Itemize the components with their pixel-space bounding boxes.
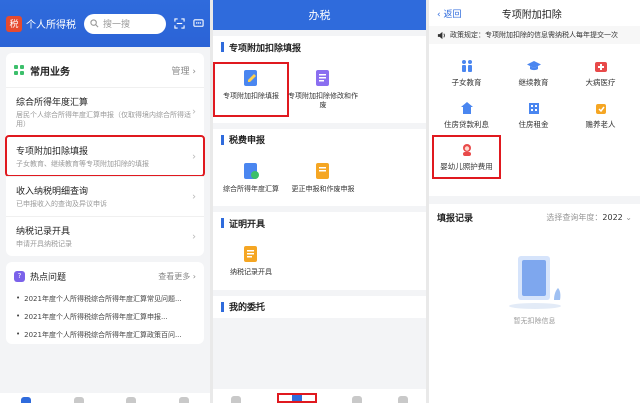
correction-icon: [316, 162, 329, 179]
deduction-header: ‹ 返回 专项附加扣除: [429, 0, 640, 26]
group-title: 我的委托: [213, 296, 426, 318]
search-placeholder: 搜一搜: [103, 20, 131, 30]
group-title: 税费申报: [213, 129, 426, 151]
building-icon: [528, 102, 539, 114]
common-services-card: 常用业务 管理 › 综合所得年度汇算 居民个人综合所得年度汇算申报（仅取得境内综…: [5, 53, 205, 257]
group-title: 专项附加扣除填报: [213, 36, 426, 58]
tax-service-screen: 办税 专项附加扣除填报 专项附加扣除填报 专项附加扣除修改和作废 税费申报 综合…: [213, 0, 426, 403]
common-services-title: 常用业务: [30, 66, 70, 78]
back-button[interactable]: ‹ 返回: [437, 7, 461, 20]
news-item[interactable]: • 2021年度个人所得税综合所得年度汇算申报...: [6, 308, 204, 326]
empty-document-illustration: [508, 256, 561, 309]
graduation-cap-icon: [526, 60, 541, 70]
question-icon: ?: [14, 270, 25, 282]
service-title: 办税: [308, 9, 331, 22]
service-item-annual-settlement[interactable]: 综合所得年度汇算 居民个人综合所得年度汇算申报（仅取得境内综合所得适用） ›: [6, 87, 204, 136]
service-item-subtitle: 居民个人综合所得年度汇算申报（仅取得境内综合所得适用）: [16, 111, 191, 129]
service-item-subtitle: 申请开具纳税记录: [16, 240, 72, 249]
screenshot-composite: 税 个人所得税 搜一搜 常用业务 管理 › 综合所得年度汇算 居民个人综合所得年…: [0, 0, 640, 403]
group-tax-declaration: 税费申报 综合所得年度汇算 更正申报和作废申报: [213, 128, 426, 207]
service-item-subtitle: 子女教育、继续教育等专项附加扣除的填报: [16, 160, 149, 169]
service-item-tax-record[interactable]: 纳税记录开具 申请开具纳税记录 ›: [6, 216, 204, 256]
message-icon[interactable]: [193, 18, 204, 29]
group-title: 证明开具: [213, 212, 426, 234]
category-child-education[interactable]: 子女教育: [433, 52, 500, 94]
tab-home-icon[interactable]: [21, 397, 32, 403]
tile-correction-declaration[interactable]: 更正申报和作废申报: [287, 157, 359, 198]
group-special-deduction: 专项附加扣除填报 专项附加扣除填报 专项附加扣除修改和作废: [213, 36, 426, 123]
tab-query-icon[interactable]: [352, 396, 363, 403]
home-screen: 税 个人所得税 搜一搜 常用业务 管理 › 综合所得年度汇算 居民个人综合所得年…: [0, 0, 210, 403]
service-item-income-query[interactable]: 收入纳税明细查询 已申报收入的查询及异议申诉 ›: [6, 176, 204, 216]
certificate-icon: [244, 246, 257, 263]
chevron-right-icon: ›: [192, 191, 196, 203]
tab-query-icon[interactable]: [126, 397, 137, 403]
chevron-right-icon: ›: [192, 106, 196, 118]
page-title: 专项附加扣除: [501, 9, 562, 21]
tile-tax-record-issue[interactable]: 纳税记录开具: [215, 240, 287, 281]
category-continuing-education[interactable]: 继续教育: [500, 52, 567, 94]
search-input[interactable]: 搜一搜: [84, 13, 166, 34]
hot-questions-header: ? 热点问题 查看更多 ›: [6, 262, 204, 290]
tax-emblem-icon: 税: [6, 15, 22, 32]
form-edit-icon: [244, 70, 257, 86]
tile-special-deduction-modify[interactable]: 专项附加扣除修改和作废: [287, 64, 359, 115]
service-item-title: 纳税记录开具: [16, 227, 71, 238]
bottom-tab-bar: [213, 389, 426, 403]
section-divider: [429, 196, 640, 204]
service-item-title: 专项附加扣除填报: [16, 147, 89, 158]
tax-service-icon: [291, 395, 302, 401]
bottom-tab-bar: [0, 393, 210, 403]
category-housing-rent[interactable]: 住房租金: [500, 94, 567, 136]
deduction-categories: 子女教育 继续教育 大病医疗 住房贷款利息 住房租金 赡养老人 婴幼儿照护费用: [429, 44, 640, 179]
category-serious-illness[interactable]: 大病医疗: [567, 52, 634, 94]
search-icon: [90, 19, 99, 28]
chevron-right-icon: ›: [192, 151, 196, 163]
year-selector[interactable]: 选择查询年度：2022 ⌄: [546, 212, 632, 223]
common-services-header: 常用业务 管理 ›: [6, 53, 204, 87]
hot-questions-title: 热点问题: [30, 272, 67, 283]
infant-icon: [462, 143, 471, 156]
category-elderly-support[interactable]: 赡养老人: [567, 94, 634, 136]
medical-kit-icon: [594, 61, 607, 72]
chevron-right-icon: ›: [192, 231, 196, 243]
annual-report-icon: [244, 162, 259, 179]
special-deduction-screen: ‹ 返回 专项附加扣除 政策规定：专项附加扣除的信息需纳税人每年提交一次 子女教…: [429, 0, 640, 403]
service-header: 办税: [213, 0, 426, 30]
service-item-subtitle: 已申报收入的查询及异议申诉: [16, 200, 107, 209]
tile-special-deduction-fill[interactable]: 专项附加扣除填报: [213, 62, 289, 117]
news-item[interactable]: • 2021年度个人所得税综合所得年度汇算常见问题...: [6, 290, 204, 308]
service-item-special-deduction[interactable]: 专项附加扣除填报 子女教育、继续教育等专项附加扣除的填报 ›: [5, 135, 205, 178]
tab-profile-icon[interactable]: [398, 396, 409, 403]
category-housing-loan[interactable]: 住房贷款利息: [433, 94, 500, 136]
records-header: 填报记录 选择查询年度：2022 ⌄: [429, 204, 640, 230]
service-item-title: 综合所得年度汇算: [16, 98, 89, 108]
grid-icon: [14, 65, 24, 75]
service-item-title: 收入纳税明细查询: [16, 187, 89, 198]
elderly-icon: [595, 103, 606, 114]
view-more-link[interactable]: 查看更多 ›: [158, 271, 196, 282]
tab-home-icon[interactable]: [230, 396, 241, 403]
records-title: 填报记录: [437, 213, 474, 224]
document-modify-icon: [316, 70, 329, 86]
hot-questions-card: ? 热点问题 查看更多 › • 2021年度个人所得税综合所得年度汇算常见问题..…: [6, 262, 204, 345]
tab-service-icon[interactable]: [73, 397, 84, 403]
home-header: 税 个人所得税 搜一搜: [0, 0, 210, 47]
policy-notice: 政策规定：专项附加扣除的信息需纳税人每年提交一次: [429, 26, 640, 44]
empty-state: 暂无扣除信息: [429, 250, 640, 326]
group-my-delegation: 我的委托: [213, 295, 426, 318]
manage-link[interactable]: 管理 ›: [172, 64, 196, 77]
scan-icon[interactable]: [174, 18, 185, 29]
children-icon: [461, 59, 472, 72]
empty-text: 暂无扣除信息: [513, 317, 556, 325]
house-icon: [460, 101, 473, 114]
tile-annual-settlement[interactable]: 综合所得年度汇算: [215, 157, 287, 198]
tab-tax-service-selected[interactable]: [276, 393, 317, 403]
app-title: 个人所得税: [26, 20, 76, 31]
speaker-icon: [437, 31, 445, 39]
group-certificate: 证明开具 纳税记录开具: [213, 212, 426, 290]
category-infant-care[interactable]: 婴幼儿照护费用: [432, 135, 501, 179]
tab-profile-icon[interactable]: [178, 397, 189, 403]
news-item[interactable]: • 2021年度个人所得税综合所得年度汇算政策百问...: [6, 326, 204, 344]
